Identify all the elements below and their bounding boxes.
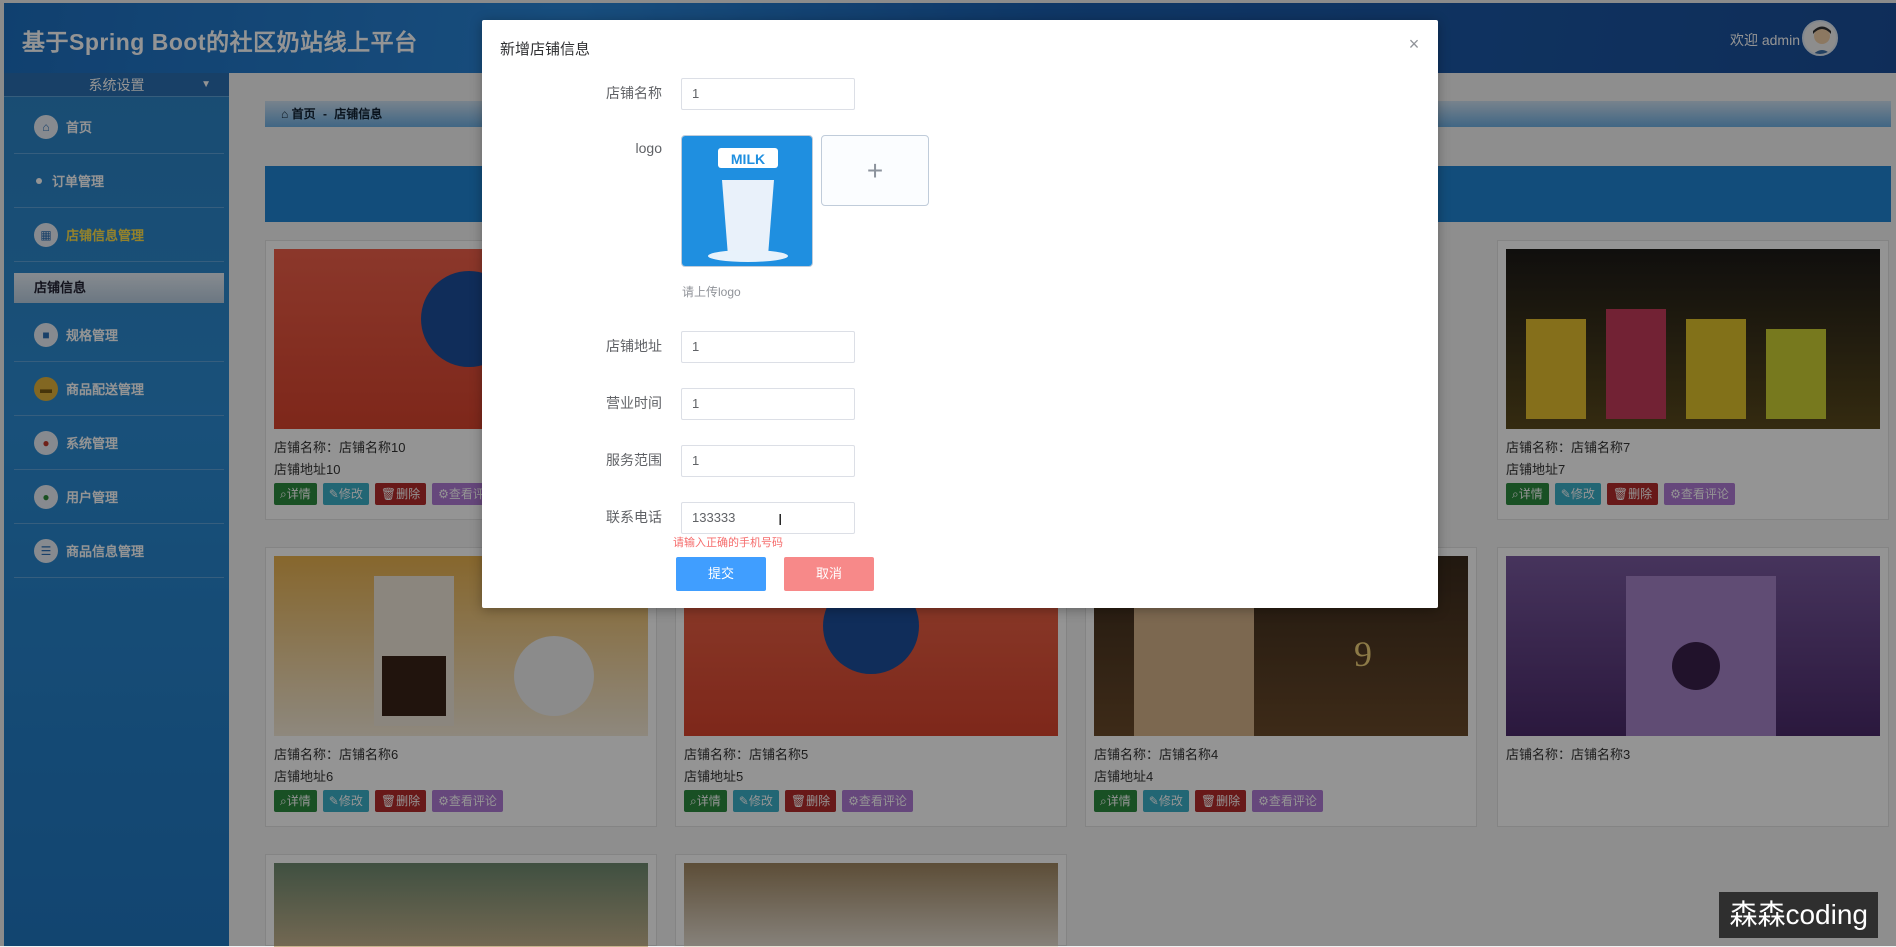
hours-input[interactable]: 1 [681, 388, 855, 420]
shop-name-label: 店铺名称 [606, 85, 662, 101]
cancel-button[interactable]: 取消 [784, 557, 874, 591]
svg-text:MILK: MILK [731, 151, 765, 167]
address-label: 店铺地址 [606, 338, 662, 354]
plus-icon: + [866, 154, 884, 186]
add-shop-dialog: 新增店铺信息 × 店铺名称 1 logo MILK + 请上传logo 店铺地址… [482, 20, 1438, 608]
milk-logo-image: MILK [682, 136, 812, 266]
upload-tip: 请上传logo [682, 285, 741, 299]
scope-label: 服务范围 [606, 452, 662, 468]
text-cursor-icon: I [778, 512, 783, 529]
scope-input[interactable]: 1 [681, 445, 855, 477]
phone-error: 请输入正确的手机号码 [673, 537, 783, 549]
upload-add-button[interactable]: + [821, 135, 929, 206]
shop-name-input[interactable]: 1 [681, 78, 855, 110]
phone-input[interactable]: 133333 [681, 502, 855, 534]
close-icon[interactable]: × [1404, 34, 1424, 55]
hours-label: 营业时间 [606, 395, 662, 411]
logo-thumbnail[interactable]: MILK [681, 135, 813, 267]
phone-label: 联系电话 [606, 509, 662, 525]
address-input[interactable]: 1 [681, 331, 855, 363]
logo-label: logo [635, 140, 662, 156]
dialog-title: 新增店铺信息 [500, 41, 591, 58]
submit-button[interactable]: 提交 [676, 557, 766, 591]
watermark: 森森coding [1719, 892, 1878, 938]
